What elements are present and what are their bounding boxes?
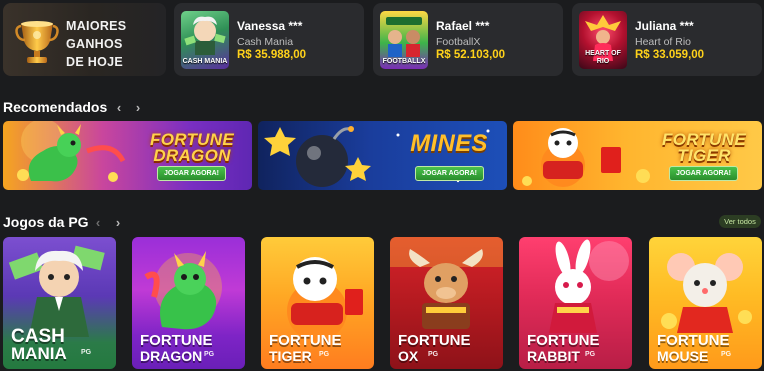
tile-title-line1: FORTUNE (140, 332, 213, 349)
tile-title-line2: MANIA (11, 344, 67, 363)
pg-badge: PG (319, 351, 330, 358)
tile-title-line2: MOUSE (657, 348, 709, 364)
pg-badge: PG (585, 351, 596, 358)
recommended-title: Recomendados (3, 99, 108, 115)
tile-title-line2: RABBIT (527, 348, 580, 364)
tile-title-line2: DRAGON (140, 348, 203, 364)
chevron-left-icon[interactable]: ‹ (92, 215, 104, 230)
game-tile-cash-mania[interactable]: CASH MANIA PG (3, 237, 116, 369)
pg-badge: PG (721, 351, 732, 358)
pg-badge: PG (204, 351, 215, 358)
tile-title-line1: FORTUNE (657, 332, 730, 349)
top-wins-title: MAIORES GANHOS DE HOJE (66, 19, 127, 69)
winner-amount: R$ 33.059,00 (635, 49, 705, 61)
winners-strip: MAIORES GANHOS DE HOJE CASH MANIA Vaness… (0, 0, 764, 80)
pg-badge: PG (81, 349, 92, 356)
tile-title-line1: FORTUNE (398, 332, 471, 349)
game-tile-fortune-dragon[interactable]: FORTUNE DRAGON PG (132, 237, 245, 369)
game-tile-fortune-rabbit[interactable]: FORTUNE RABBIT PG (519, 237, 632, 369)
tile-title-line1: FORTUNE (527, 332, 600, 349)
game-tile-fortune-mouse[interactable]: FORTUNE MOUSE PG (649, 237, 762, 369)
tile-title-line2: TIGER (269, 348, 312, 364)
banner-mines[interactable]: MINES JOGAR AGORA! (258, 121, 507, 190)
winner-game: Heart of Rio (635, 36, 692, 48)
pg-games-title: Jogos da PG (3, 214, 89, 230)
chevron-right-icon[interactable]: › (112, 215, 124, 230)
see-all-button[interactable]: Ver todos (719, 215, 761, 228)
tile-title-line2: OX (398, 348, 419, 364)
banner-logo: MINES (410, 130, 488, 157)
winner-name: Vanessa *** (237, 19, 303, 33)
winner-card[interactable]: FOOTBALLX Rafael *** FootballX R$ 52.103… (373, 3, 563, 76)
tile-title-line1: FORTUNE (269, 332, 342, 349)
banner-logo: FORTUNE DRAGON (150, 130, 234, 165)
game-thumbnail: CASH MANIA (181, 11, 229, 69)
play-now-button[interactable]: JOGAR AGORA! (157, 166, 226, 181)
winner-card[interactable]: HEART OF RIO Juliana *** Heart of Rio R$… (572, 3, 762, 76)
thumb-label: CASH MANIA (182, 58, 228, 65)
game-thumbnail: FOOTBALLX (380, 11, 428, 69)
game-tile-fortune-ox[interactable]: FORTUNE OX PG (390, 237, 503, 369)
thumb-label: HEART OF RIO (585, 50, 621, 65)
top-wins-card: MAIORES GANHOS DE HOJE (3, 3, 166, 76)
pg-badge: PG (428, 351, 439, 358)
game-tile-fortune-tiger[interactable]: FORTUNE TIGER PG (261, 237, 374, 369)
winner-amount: R$ 35.988,00 (237, 49, 307, 61)
banner-fortune-dragon[interactable]: FORTUNE DRAGON JOGAR AGORA! (3, 121, 252, 190)
winner-game: FootballX (436, 36, 481, 48)
thumb-label: FOOTBALLX (382, 58, 426, 65)
trophy-icon (15, 21, 59, 63)
tile-title-line1: CASH (11, 326, 65, 347)
banner-logo: FORTUNE TIGER (662, 130, 746, 165)
banner-fortune-tiger[interactable]: FORTUNE TIGER JOGAR AGORA! (513, 121, 762, 190)
play-now-button[interactable]: JOGAR AGORA! (669, 166, 738, 181)
winner-game: Cash Mania (237, 36, 294, 48)
winner-name: Juliana *** (635, 19, 694, 33)
chevron-left-icon[interactable]: ‹ (113, 100, 125, 115)
winner-card[interactable]: CASH MANIA Vanessa *** Cash Mania R$ 35.… (174, 3, 364, 76)
chevron-right-icon[interactable]: › (132, 100, 144, 115)
game-thumbnail: HEART OF RIO (579, 11, 627, 69)
play-now-button[interactable]: JOGAR AGORA! (415, 166, 484, 181)
winner-name: Rafael *** (436, 19, 490, 33)
winner-amount: R$ 52.103,00 (436, 49, 506, 61)
